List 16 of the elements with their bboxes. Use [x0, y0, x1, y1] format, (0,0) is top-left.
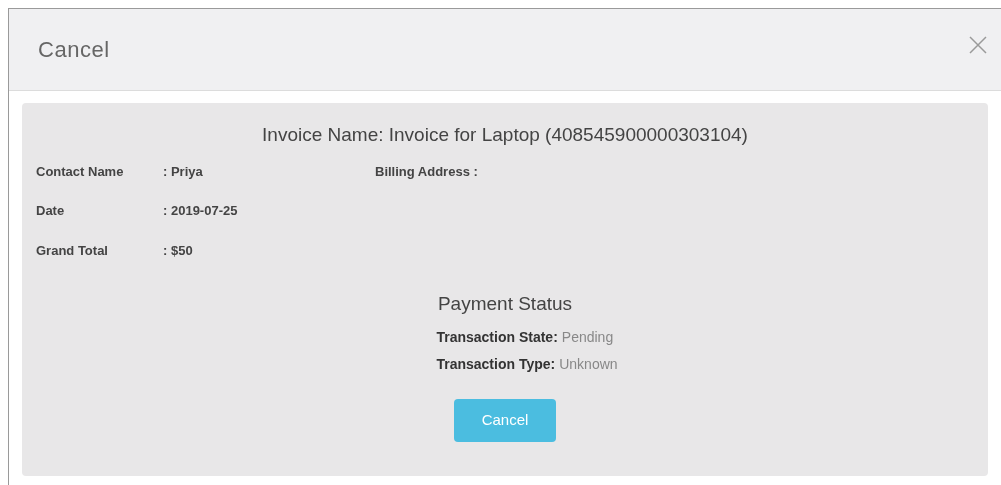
billing-address-label: Billing Address :	[375, 162, 478, 181]
field-label: Grand Total	[36, 241, 109, 260]
field-label: Date	[36, 202, 66, 220]
field-value: : 2019-07-25	[163, 202, 238, 220]
transaction-label: Transaction State:	[436, 327, 558, 347]
cancel-button[interactable]: Cancel	[454, 398, 556, 442]
payment-status-title: Payment Status	[436, 292, 574, 316]
transaction-label: Transaction Type:	[436, 354, 556, 374]
field-value: : $50	[163, 241, 193, 260]
dialog-title: Cancel	[38, 36, 110, 64]
field-value: : Priya	[163, 162, 203, 181]
invoice-heading: Invoice Name: Invoice for Laptop (408545900000303104)	[261, 123, 749, 147]
field-label: Contact Name	[36, 162, 125, 181]
transaction-value: Pending	[561, 327, 614, 347]
close-icon[interactable]	[967, 33, 989, 56]
transaction-value: Unknown	[559, 354, 618, 374]
